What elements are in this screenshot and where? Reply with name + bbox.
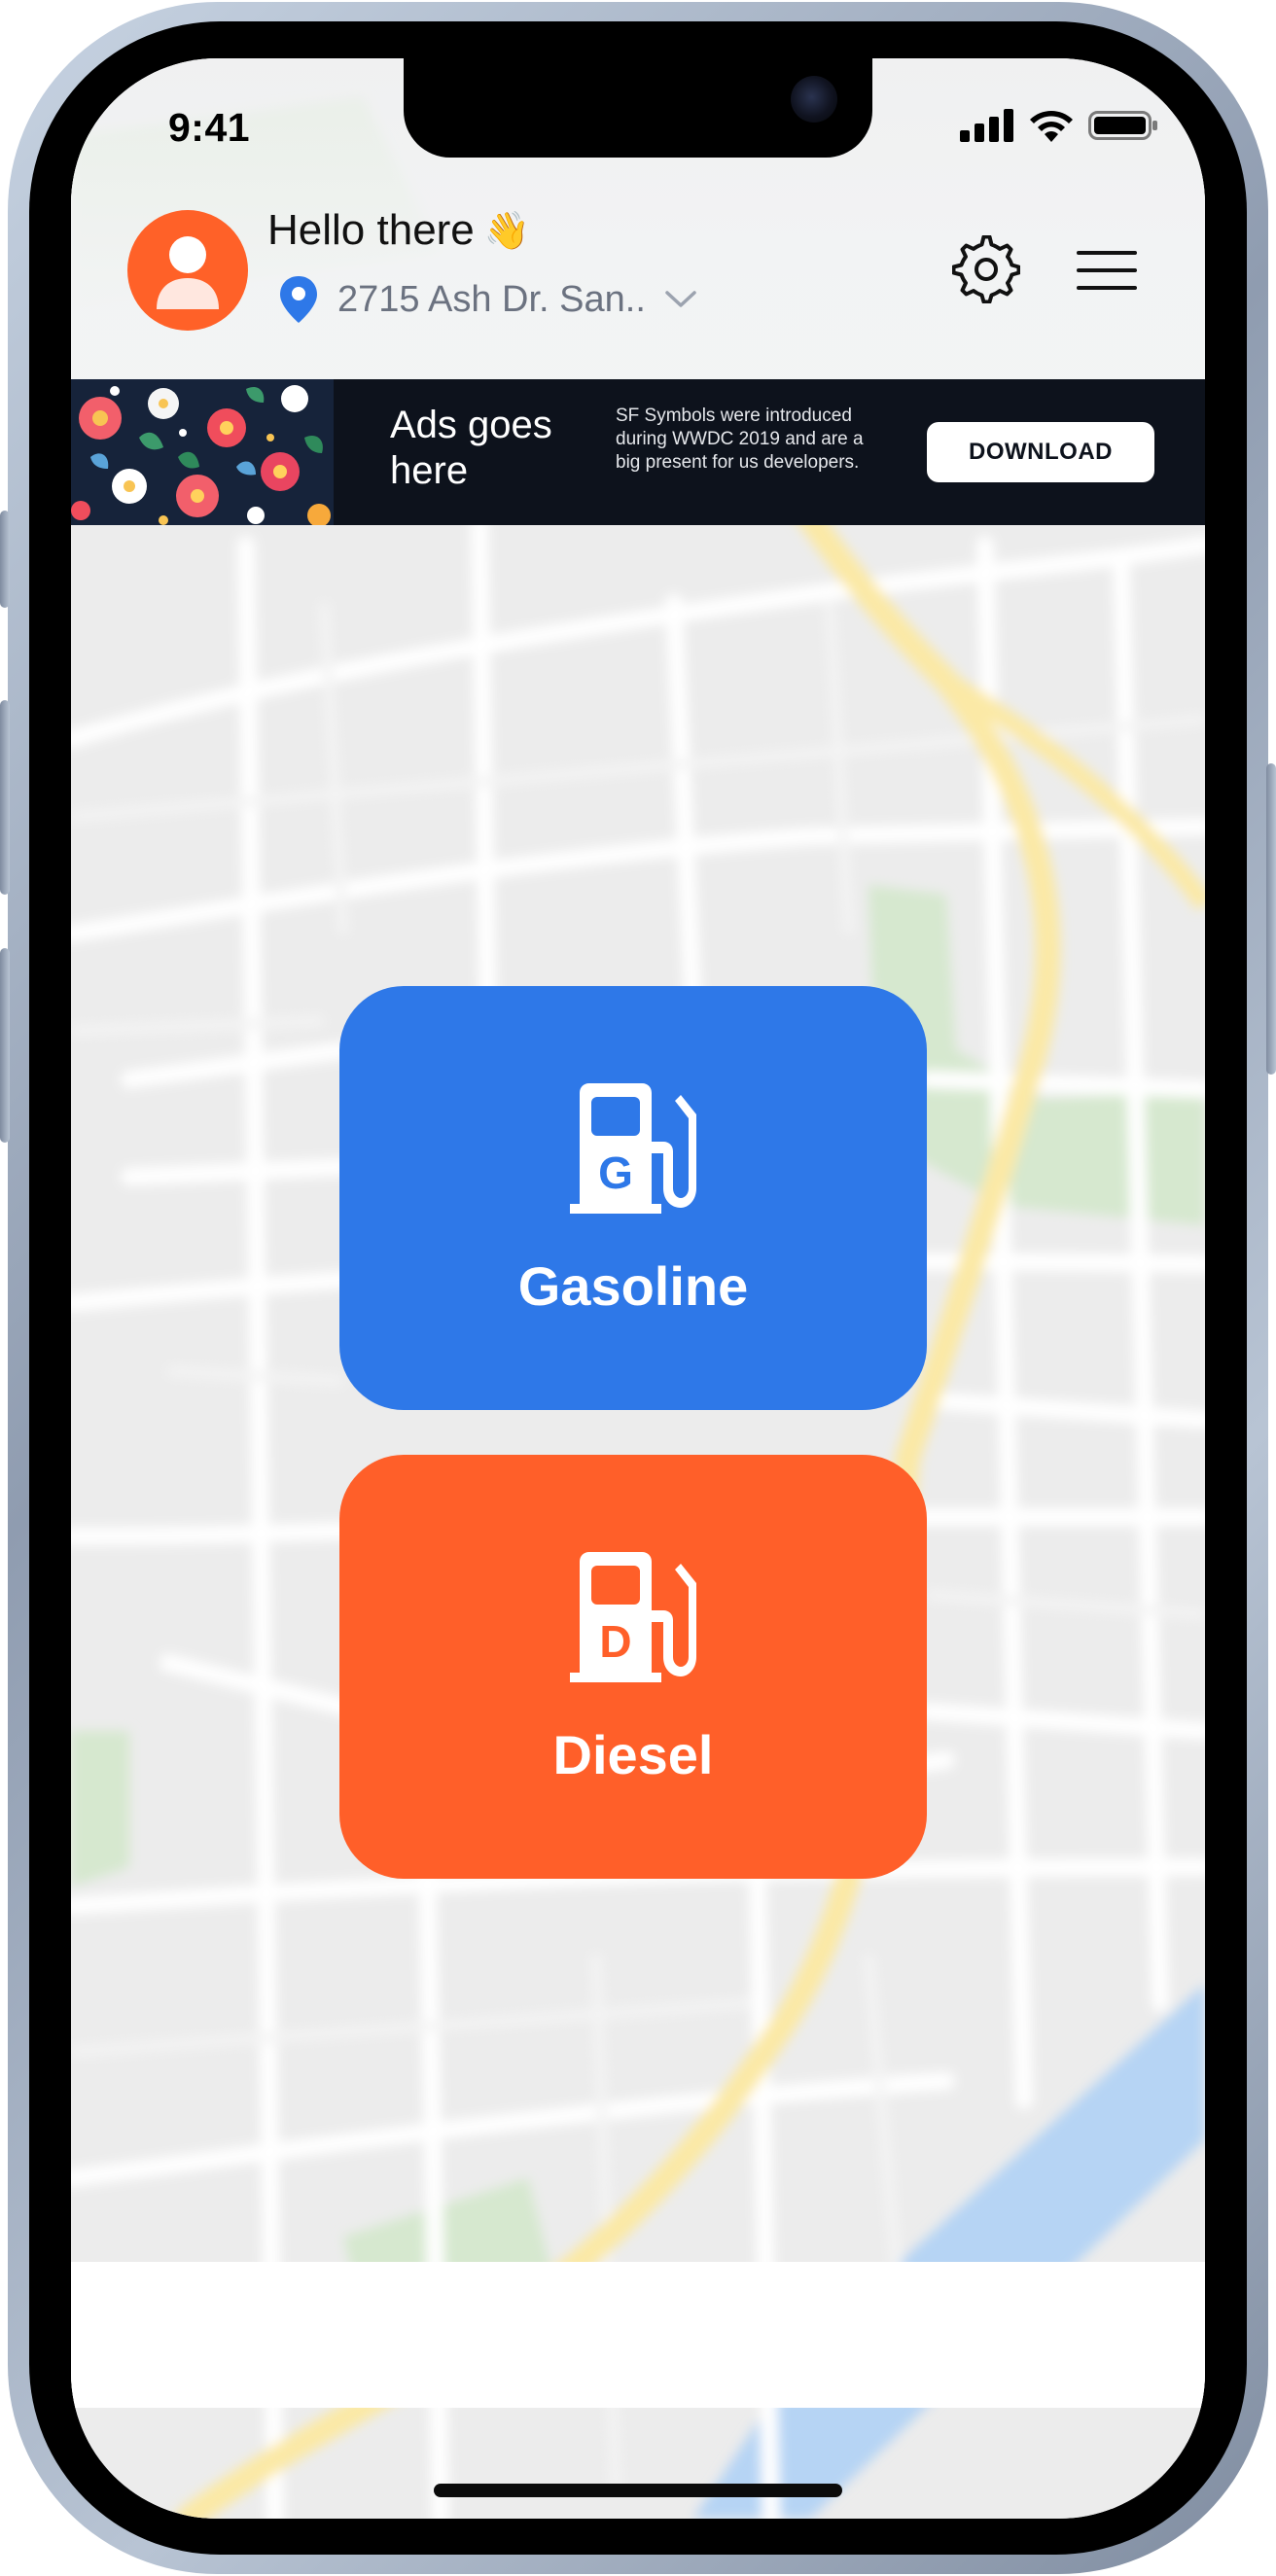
greeting-text: Hello there xyxy=(267,206,475,254)
ad-banner[interactable]: Ads goes here SF Symbols were introduced… xyxy=(71,379,1205,525)
ad-floral-image xyxy=(71,379,334,525)
wifi-icon xyxy=(1030,111,1073,142)
diesel-button[interactable]: D Diesel xyxy=(339,1455,927,1879)
status-time: 9:41 xyxy=(168,105,251,150)
home-indicator[interactable] xyxy=(434,2484,842,2497)
fuel-pump-icon: G xyxy=(570,1083,696,1214)
avatar[interactable] xyxy=(127,210,248,331)
battery-icon xyxy=(1088,111,1157,140)
device-notch xyxy=(404,58,872,158)
avatar-icon xyxy=(157,236,219,309)
ad-description: SF Symbols were introduced during WWDC 2… xyxy=(616,406,864,473)
front-camera xyxy=(791,76,837,123)
silent-switch xyxy=(0,511,10,608)
gear-icon[interactable] xyxy=(952,235,1020,303)
bottom-panel xyxy=(71,2262,1205,2408)
location-text: 2715 Ash Dr. San.. xyxy=(337,278,646,320)
cellular-signal-icon xyxy=(960,109,1013,142)
phone-screen: 9:41 Hello there 👋 2715 Ash Dr. San.. Ad… xyxy=(71,58,1205,2519)
gasoline-button[interactable]: G Gasoline xyxy=(339,986,927,1410)
location-selector[interactable]: 2715 Ash Dr. San.. xyxy=(277,274,698,325)
status-icons xyxy=(960,109,1158,142)
volume-up-button xyxy=(0,700,10,895)
gasoline-label: Gasoline xyxy=(517,1255,749,1317)
power-button xyxy=(1266,763,1276,1075)
chevron-down-icon xyxy=(665,291,696,307)
gasoline-icon-letter: G xyxy=(598,1147,633,1198)
hamburger-menu-icon[interactable] xyxy=(1077,249,1137,292)
fuel-pump-icon: D xyxy=(570,1552,696,1682)
ad-title: Ads goes here xyxy=(390,404,552,492)
location-pin-icon xyxy=(280,276,317,323)
waving-hand-emoji: 👋 xyxy=(483,208,531,252)
diesel-icon-letter: D xyxy=(599,1616,631,1667)
diesel-label: Diesel xyxy=(552,1724,714,1785)
greeting: Hello there 👋 xyxy=(267,206,530,255)
download-button[interactable]: DOWNLOAD xyxy=(927,422,1154,482)
volume-down-button xyxy=(0,948,10,1143)
